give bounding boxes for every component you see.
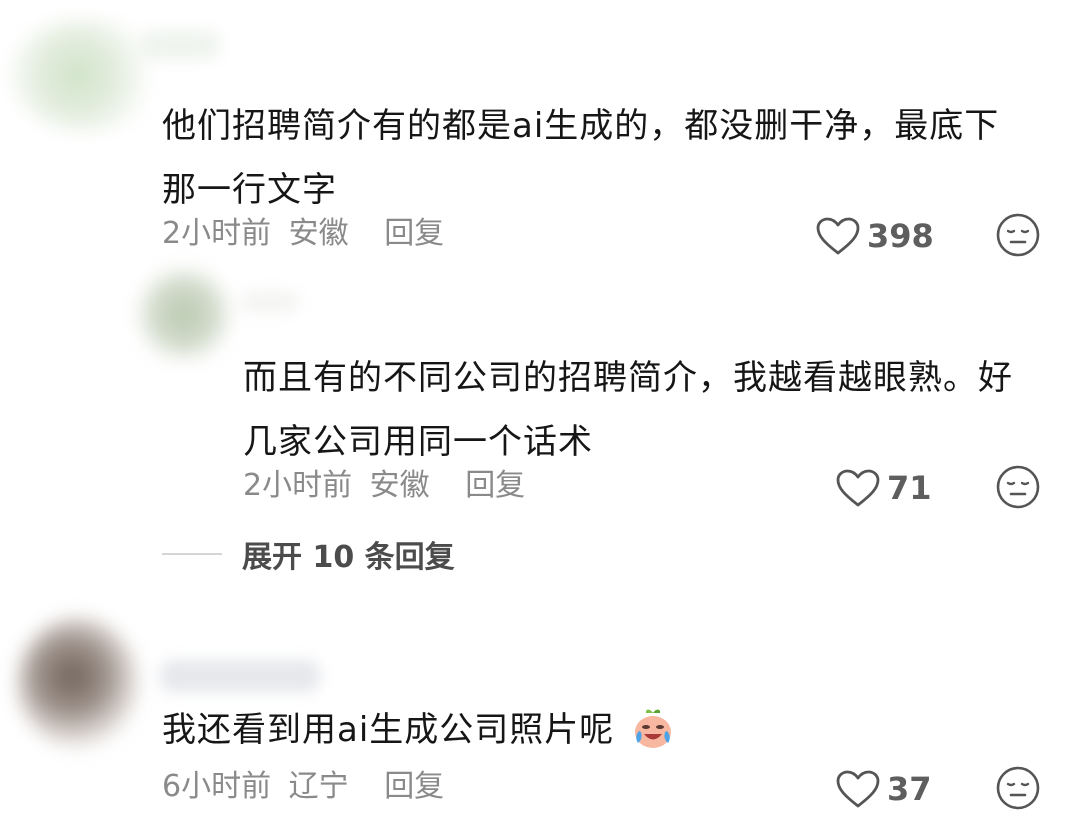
comment-text-line: 几家公司用同一个话术 — [243, 422, 593, 462]
avatar[interactable] — [18, 618, 138, 748]
neutral-face-icon[interactable] — [995, 464, 1041, 510]
username[interactable] — [160, 660, 320, 692]
neutral-face-icon[interactable] — [995, 212, 1041, 258]
username[interactable] — [140, 30, 220, 60]
reply-button[interactable]: 回复 — [384, 214, 444, 254]
divider — [162, 553, 222, 555]
comment-meta: 2小时前 安徽 回复 — [162, 214, 444, 254]
timestamp: 2小时前 — [243, 468, 353, 503]
expand-replies-label: 展开 10 条回复 — [242, 540, 455, 575]
reply-button[interactable]: 回复 — [384, 767, 444, 807]
avatar[interactable] — [10, 20, 160, 130]
expand-replies-button[interactable]: 展开 10 条回复 — [162, 532, 455, 576]
timestamp: 2小时前 — [162, 216, 272, 251]
heart-outline-icon — [836, 469, 880, 507]
comment-text-line: 那一行文字 — [162, 170, 337, 210]
reply-button[interactable]: 回复 — [465, 466, 525, 506]
comment-text: 他们招聘简介有的都是ai生成的，都没删干净，最底下 那一行文字 — [162, 94, 1062, 222]
heart-outline-icon — [836, 770, 880, 808]
like-count: 398 — [867, 217, 934, 255]
like-count: 71 — [887, 469, 932, 507]
crying-laughing-emoji-icon — [635, 709, 671, 748]
comment-text: 而且有的不同公司的招聘简介，我越看越眼熟。好 几家公司用同一个话术 — [243, 346, 1063, 474]
location: 辽宁 — [288, 769, 349, 804]
location: 安徽 — [369, 468, 430, 503]
comment-text-line: 而且有的不同公司的招聘简介，我越看越眼熟。好 — [243, 358, 1013, 398]
timestamp: 6小时前 — [162, 769, 272, 804]
neutral-face-icon[interactable] — [995, 765, 1041, 811]
like-button[interactable]: 37 — [835, 767, 932, 811]
comment-text-line: 我还看到用ai生成公司照片呢 — [162, 698, 1062, 762]
heart-outline-icon — [816, 217, 860, 255]
comment-text: 我还看到用ai生成公司照片呢 — [162, 698, 1062, 762]
comment-meta: 6小时前 辽宁 回复 — [162, 767, 444, 807]
like-button[interactable]: 71 — [835, 466, 932, 510]
location: 安徽 — [288, 216, 349, 251]
like-count: 37 — [887, 770, 932, 808]
comment-text-line: 他们招聘简介有的都是ai生成的，都没删干净，最底下 — [162, 106, 1000, 146]
avatar[interactable] — [138, 268, 230, 360]
like-button[interactable]: 398 — [815, 214, 934, 258]
comment-meta: 2小时前 安徽 回复 — [243, 466, 525, 506]
username[interactable] — [240, 290, 300, 314]
comment-text-content: 我还看到用ai生成公司照片呢 — [162, 710, 615, 750]
